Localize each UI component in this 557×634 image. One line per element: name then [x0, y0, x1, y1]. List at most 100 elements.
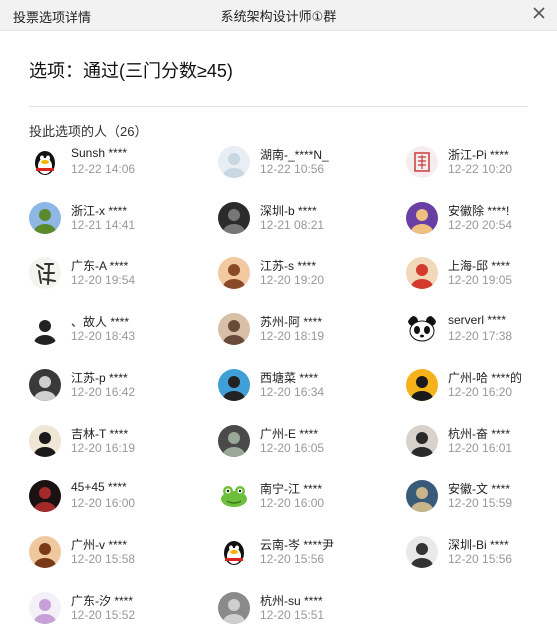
voter-item[interactable]: 深圳-Bi **** 12-20 15:56: [406, 536, 557, 576]
panda-avatar[interactable]: [406, 313, 438, 345]
vote-time: 12-20 16:01: [448, 441, 513, 455]
voter-item[interactable]: 云南-岑 ****尹 12-20 15:56: [218, 536, 378, 576]
vote-time: 12-21 08:21: [260, 218, 325, 232]
vote-time: 12-22 10:56: [260, 162, 325, 176]
voter-name: 南宁-江 ****: [260, 482, 323, 496]
vote-time: 12-20 18:43: [71, 329, 136, 343]
voter-item[interactable]: 吉林-T **** 12-20 16:19: [29, 425, 189, 465]
qq-penguin-icon[interactable]: [218, 536, 250, 568]
divider: [29, 106, 528, 107]
vote-time: 12-20 16:42: [71, 385, 136, 399]
voter-name: 、故人 ****: [71, 315, 130, 329]
voter-item[interactable]: 江苏-s **** 12-20 19:20: [218, 257, 378, 297]
voter-name: 杭州-奋 ****: [448, 427, 511, 441]
voter-name: 浙江-Pi ****: [448, 148, 509, 162]
voter-item[interactable]: 杭州-奋 **** 12-20 16:01: [406, 425, 557, 465]
voter-item[interactable]: Sunsh **** 12-22 14:06: [29, 146, 189, 186]
sunset-tree-avatar[interactable]: [406, 369, 438, 401]
voter-item[interactable]: 杭州-su **** 12-20 15:51: [218, 592, 378, 632]
voter-item[interactable]: 、故人 **** 12-20 18:43: [29, 313, 189, 353]
voter-item[interactable]: 南宁-江 **** 12-20 16:00: [218, 480, 378, 520]
voter-name: 广东-A ****: [71, 259, 129, 273]
vote-time: 12-20 16:20: [448, 385, 513, 399]
voter-name: serverl ****: [448, 313, 507, 327]
vote-time: 12-20 17:38: [448, 329, 513, 343]
voter-item[interactable]: 湖南-_****N_ 12-22 10:56: [218, 146, 378, 186]
seal-stamp-avatar[interactable]: [406, 146, 438, 178]
couple-photo-avatar[interactable]: [406, 425, 438, 457]
cartoon-cat-avatar[interactable]: [218, 146, 250, 178]
voter-item[interactable]: 45+45 **** 12-20 16:00: [29, 480, 189, 520]
voter-item[interactable]: 浙江-x **** 12-21 14:41: [29, 202, 189, 242]
voter-name: 广东-汐 ****: [71, 594, 134, 608]
voter-name: 苏州-阿 ****: [260, 315, 323, 329]
gray-cat-avatar[interactable]: [218, 592, 250, 624]
voter-item[interactable]: 安徽除 ****! 12-20 20:54: [406, 202, 557, 242]
black-cat-avatar[interactable]: [29, 425, 61, 457]
voter-item[interactable]: 深圳-b **** 12-21 08:21: [218, 202, 378, 242]
title-bar: 投票选项详情 系统架构设计师①群: [0, 0, 557, 31]
vote-time: 12-22 10:20: [448, 162, 513, 176]
vote-time: 12-20 16:05: [260, 441, 325, 455]
voter-item[interactable]: 广州-v **** 12-20 15:58: [29, 536, 189, 576]
person-photo-avatar[interactable]: [218, 425, 250, 457]
cartoon-face-avatar[interactable]: [406, 257, 438, 289]
voter-item[interactable]: 广州-哈 ****的 12-20 16:20: [406, 369, 557, 409]
cartoon-boy-avatar[interactable]: [218, 257, 250, 289]
calligraphy-avatar[interactable]: [29, 257, 61, 289]
vote-time: 12-21 14:41: [71, 218, 136, 232]
voters-count-label: 投此选项的人（26）: [29, 124, 148, 139]
vote-time: 12-20 15:56: [260, 552, 325, 566]
close-icon[interactable]: [531, 5, 547, 21]
voter-name: 45+45 ****: [71, 480, 127, 494]
vote-time: 12-20 16:00: [71, 496, 136, 510]
girl-drawing-avatar[interactable]: [29, 592, 61, 624]
voter-item[interactable]: 上海-邱 **** 12-20 19:05: [406, 257, 557, 297]
voter-name: 江苏-s ****: [260, 259, 317, 273]
vote-time: 12-20 19:54: [71, 273, 136, 287]
voter-item[interactable]: 西塘菜 **** 12-20 16:34: [218, 369, 378, 409]
voter-item[interactable]: 江苏-p **** 12-20 16:42: [29, 369, 189, 409]
voter-item[interactable]: 广州-E **** 12-20 16:05: [218, 425, 378, 465]
green-frog-avatar[interactable]: [218, 480, 250, 512]
option-title: 选项：通过(三门分数≥45): [29, 61, 233, 81]
voter-name: 安徽除 ****!: [448, 204, 510, 218]
voter-name: 上海-邱 ****: [448, 259, 511, 273]
voter-name: 西塘菜 ****: [260, 371, 319, 385]
voter-item[interactable]: 广东-汐 **** 12-20 15:52: [29, 592, 189, 632]
gray-sky-avatar[interactable]: [406, 536, 438, 568]
vote-time: 12-20 20:54: [448, 218, 513, 232]
blank-area: [452, 578, 514, 610]
voter-name: 深圳-Bi ****: [448, 538, 509, 552]
voter-name: 广州-v ****: [71, 538, 128, 552]
voter-name: 深圳-b ****: [260, 204, 317, 218]
vote-time: 12-20 15:58: [71, 552, 136, 566]
qq-penguin-icon[interactable]: [29, 146, 61, 178]
vote-time: 12-22 14:06: [71, 162, 136, 176]
glasses-boy-avatar[interactable]: [218, 369, 250, 401]
landscape-avatar[interactable]: [406, 480, 438, 512]
voter-item[interactable]: 广东-A **** 12-20 19:54: [29, 257, 189, 297]
vote-time: 12-20 16:19: [71, 441, 136, 455]
vote-time: 12-20 16:34: [260, 385, 325, 399]
glasses-cartoon-avatar[interactable]: [406, 202, 438, 234]
child-photo-avatar[interactable]: [218, 313, 250, 345]
voter-name: 吉林-T ****: [71, 427, 129, 441]
voter-item[interactable]: 苏州-阿 **** 12-20 18:19: [218, 313, 378, 353]
voter-item[interactable]: serverl **** 12-20 17:38: [406, 313, 557, 353]
voter-name: 杭州-su ****: [260, 594, 323, 608]
silhouette-avatar[interactable]: [29, 369, 61, 401]
vote-time: 12-20 15:56: [448, 552, 513, 566]
voter-item[interactable]: 安徽-文 **** 12-20 15:59: [406, 480, 557, 520]
voter-name: 广州-E ****: [260, 427, 319, 441]
red-dark-avatar[interactable]: [29, 480, 61, 512]
dark-portrait-avatar[interactable]: [218, 202, 250, 234]
voter-item[interactable]: 浙江-Pi **** 12-22 10:20: [406, 146, 557, 186]
voter-name: Sunsh ****: [71, 146, 128, 160]
vote-time: 12-20 19:20: [260, 273, 325, 287]
tree-landscape-avatar[interactable]: [29, 202, 61, 234]
anime-boy-avatar[interactable]: [29, 536, 61, 568]
voter-name: 安徽-文 ****: [448, 482, 511, 496]
anime-girl-avatar[interactable]: [29, 313, 61, 345]
voter-name: 江苏-p ****: [71, 371, 128, 385]
